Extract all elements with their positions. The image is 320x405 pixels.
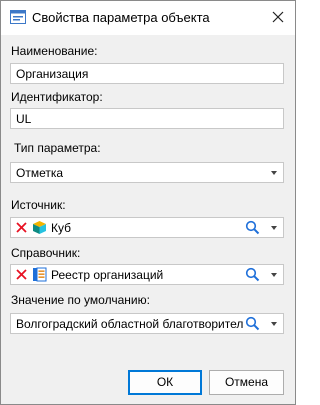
default-value-value: Волгоградский областной благотворительн bbox=[16, 317, 244, 331]
dictionary-label: Справочник: bbox=[11, 246, 81, 260]
cancel-button[interactable]: Отмена bbox=[209, 370, 284, 395]
source-label: Источник: bbox=[11, 198, 66, 212]
title-bar: Свойства параметра объекта bbox=[1, 1, 295, 35]
search-icon[interactable] bbox=[245, 267, 260, 282]
chevron-down-icon[interactable] bbox=[271, 171, 277, 175]
chevron-down-icon[interactable] bbox=[271, 273, 277, 277]
window-title: Свойства параметра объекта bbox=[32, 10, 210, 25]
chevron-down-icon[interactable] bbox=[271, 226, 277, 230]
clear-icon[interactable] bbox=[16, 269, 27, 280]
name-field[interactable]: Организация bbox=[10, 63, 284, 84]
search-icon[interactable] bbox=[245, 220, 260, 235]
param-type-select[interactable]: Отметка bbox=[10, 162, 284, 183]
source-value: Куб bbox=[51, 221, 71, 235]
dictionary-value: Реестр организаций bbox=[51, 268, 164, 282]
dialog-window-icon bbox=[10, 10, 26, 24]
identifier-value: UL bbox=[16, 112, 32, 126]
source-select[interactable]: Куб bbox=[10, 217, 284, 238]
dictionary-icon bbox=[33, 267, 47, 282]
name-value: Организация bbox=[16, 67, 89, 81]
close-icon[interactable] bbox=[267, 7, 289, 27]
identifier-label: Идентификатор: bbox=[11, 90, 103, 104]
dialog-window: Свойства параметра объекта Наименование:… bbox=[0, 0, 296, 405]
param-type-value: Отметка bbox=[16, 166, 64, 180]
clear-icon[interactable] bbox=[16, 222, 27, 233]
default-value-select[interactable]: Волгоградский областной благотворительн bbox=[10, 313, 284, 334]
default-value-label: Значение по умолчанию: bbox=[11, 293, 150, 307]
dictionary-select[interactable]: Реестр организаций bbox=[10, 264, 284, 285]
ok-button[interactable]: ОК bbox=[128, 370, 202, 395]
name-label: Наименование: bbox=[11, 44, 98, 58]
chevron-down-icon[interactable] bbox=[271, 322, 277, 326]
identifier-field[interactable]: UL bbox=[10, 108, 284, 129]
search-icon[interactable] bbox=[245, 316, 260, 331]
param-type-label: Тип параметра: bbox=[14, 141, 101, 155]
cube-icon bbox=[33, 221, 46, 234]
